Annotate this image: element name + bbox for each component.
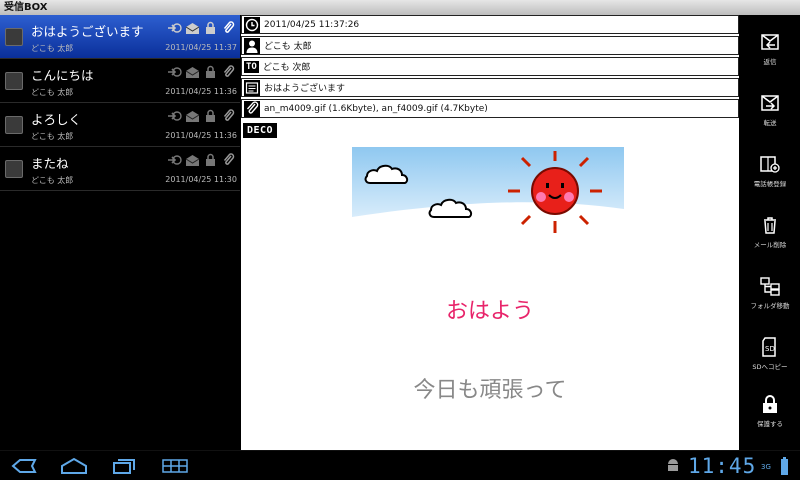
back-icon[interactable] [10,457,38,475]
sd-card-icon: SD [759,336,781,358]
attachment-list: an_m4009.gif (1.6Kbyte), an_f4009.gif (4… [264,103,488,114]
system-bar: 11:45 3G [0,450,800,480]
mail-date: 2011/04/25 11:37:26 [264,19,360,30]
opened-mail-icon [185,21,200,35]
replied-icon [167,65,182,79]
lock-icon [759,393,781,415]
lock-icon [203,65,218,79]
mail-subject: おはようございます [264,84,346,94]
home-icon[interactable] [60,457,88,475]
mail-sender: どこも 太郎 [31,176,74,185]
menu-grid-icon[interactable] [162,457,188,475]
app-title-bar: 受信BOX [0,0,800,15]
subject-icon [244,79,260,96]
from-row[interactable]: どこも 太郎 [241,36,739,55]
action-label: メール削除 [753,241,787,249]
mail-to: どこも 次郎 [262,63,311,73]
mail-subject: またね [31,156,69,171]
reply-mail-icon [759,31,781,53]
mail-date: 2011/04/25 11:36 [165,87,237,96]
opened-mail-icon [185,109,200,123]
trash-icon [759,214,781,236]
attachment-icon [221,65,236,79]
greeting-text: おはよう [445,299,534,324]
to-row[interactable]: TO どこも 次郎 [241,57,739,76]
mail-subject: よろしく [31,112,82,127]
mail-sender: どこも 太郎 [31,44,74,53]
attachment-icon [244,100,260,117]
body-text: 今日も頑張って [413,378,567,403]
replied-icon [167,21,182,35]
select-checkbox[interactable] [5,72,23,90]
attachment-icon [221,153,236,167]
mail-date: 2011/04/25 11:37 [165,43,237,52]
mail-status-icons [167,64,236,80]
select-checkbox[interactable] [5,116,23,134]
mail-subject: こんにちは [31,68,94,83]
select-checkbox[interactable] [5,160,23,178]
mail-list-item[interactable]: おはようございます どこも 太郎 2011/04/25 11:37 [0,15,240,59]
delete-mail-button[interactable]: メール削除 [740,210,800,260]
battery-icon [781,457,788,475]
mail-status-icons [167,152,236,168]
mail-subject: おはようございます [31,24,144,39]
clock-text: 11:45 [688,454,757,478]
recent-apps-icon[interactable] [112,457,136,475]
protect-button[interactable]: 保護する [740,389,800,439]
mail-list-item[interactable]: よろしく どこも 太郎 2011/04/25 11:36 [0,103,240,147]
person-icon [244,37,260,54]
clock-icon [244,16,260,33]
mail-list-item[interactable]: こんにちは どこも 太郎 2011/04/25 11:36 [0,59,240,103]
action-panel: 返信 転送 電話帳登録 メール削除 フォルダ移動 SD SDへコピー 保護する [740,15,800,450]
replied-icon [167,109,182,123]
lock-icon [203,109,218,123]
select-checkbox[interactable] [5,28,23,46]
folder-move-icon [759,275,781,297]
mail-sender: どこも 太郎 [31,88,74,97]
mail-from: どこも 太郎 [264,42,312,52]
mail-sender: どこも 太郎 [31,132,74,141]
mail-date: 2011/04/25 11:30 [165,175,237,184]
date-row: 2011/04/25 11:37:26 [241,15,739,34]
opened-mail-icon [185,65,200,79]
mail-date: 2011/04/25 11:36 [165,131,237,140]
lock-icon [203,21,218,35]
forward-mail-icon [759,92,781,114]
reply-button[interactable]: 返信 [740,27,800,77]
mail-status-icons [167,20,236,36]
mail-list: おはようございます どこも 太郎 2011/04/25 11:37 こんにちは … [0,15,240,450]
replied-icon [167,153,182,167]
action-label: フォルダ移動 [750,302,790,310]
attachment-icon [221,109,236,123]
phonebook-add-button[interactable]: 電話帳登録 [740,149,800,199]
action-label: 返信 [763,58,777,66]
forward-button[interactable]: 転送 [740,88,800,138]
sun-face [531,167,579,215]
lock-icon [203,153,218,167]
phonebook-add-icon [759,153,781,175]
subject-row: おはようございます [241,78,739,97]
app-title: 受信BOX [4,2,48,13]
move-folder-button[interactable]: フォルダ移動 [740,271,800,321]
action-label: 転送 [763,119,777,127]
action-label: SDへコピー [752,363,788,371]
attachment-row[interactable]: an_m4009.gif (1.6Kbyte), an_f4009.gif (4… [241,99,739,118]
mail-detail-pane: 2011/04/25 11:37:26 どこも 太郎 TO どこも 次郎 おはよ… [241,15,739,450]
copy-to-sd-button[interactable]: SD SDへコピー [740,332,800,382]
to-badge: TO [244,60,259,73]
deco-mail-badge: DECO [243,123,278,138]
svg-text:SD: SD [765,345,775,353]
action-label: 保護する [757,420,783,428]
network-indicator: 3G [761,463,771,471]
attachment-icon [221,21,236,35]
mail-list-item[interactable]: またね どこも 太郎 2011/04/25 11:30 [0,147,240,191]
deco-sun-image [352,147,624,253]
mail-status-icons [167,108,236,124]
action-label: 電話帳登録 [753,180,787,188]
android-icon [668,459,678,471]
opened-mail-icon [185,153,200,167]
